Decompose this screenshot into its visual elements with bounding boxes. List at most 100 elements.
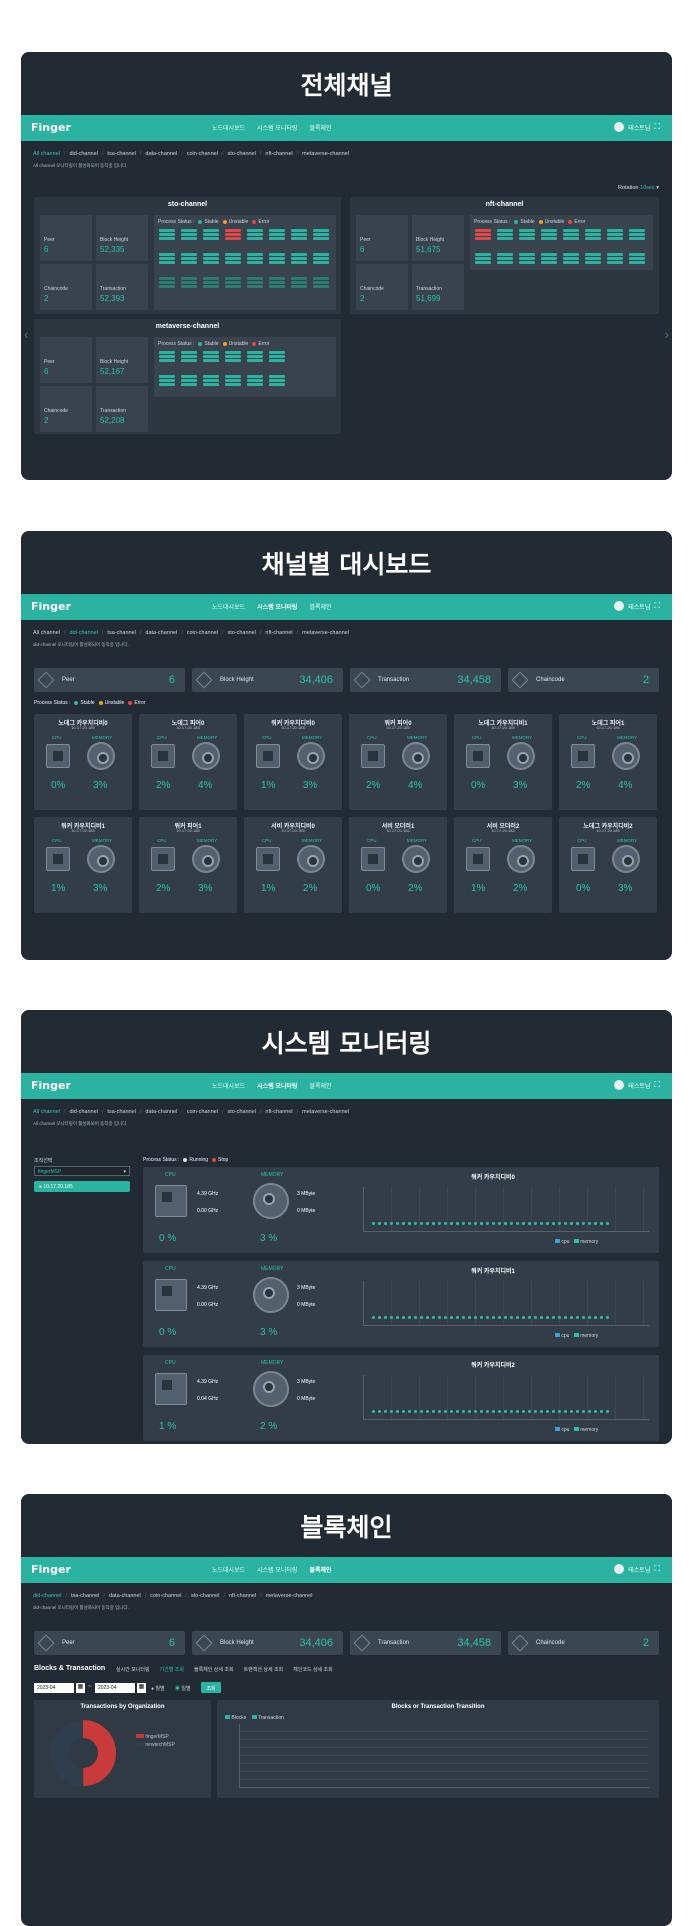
- tab-all-channel[interactable]: All channel: [33, 630, 60, 636]
- node-card[interactable]: 워커 피어0 10.17.20.185 CPU MEMORY 2% 4%: [349, 714, 447, 810]
- fullscreen-icon[interactable]: ⛶: [654, 1564, 660, 1574]
- nav-system-monitoring[interactable]: 시스템 모니터링: [256, 602, 298, 611]
- node-card[interactable]: 서비 오더러1 10.17.20.185 CPU MEMORY 0% 2%: [349, 817, 447, 913]
- avatar: [614, 601, 625, 611]
- tab-data[interactable]: data-channel: [145, 630, 177, 636]
- tab-did[interactable]: did-channel: [69, 1109, 97, 1115]
- channel-panel-metaverse[interactable]: metaverse-channel Peer 6 Block Height 52,1…: [34, 319, 341, 434]
- tab-data[interactable]: data-channel: [145, 1109, 177, 1115]
- nav-blockchain[interactable]: 블록체인: [308, 123, 332, 132]
- node-card[interactable]: 노데그 카우치디비2 10.17.20.185 CPU MEMORY 0% 3%: [559, 817, 657, 913]
- tab-nft[interactable]: nft-channel: [265, 630, 292, 636]
- user-menu[interactable]: 테스트님 ⛶: [614, 122, 660, 132]
- node-card[interactable]: 워커 피어1 10.17.20.185 CPU MEMORY 2% 3%: [139, 817, 237, 913]
- org-select[interactable]: fingerMSP ▾: [34, 1166, 130, 1176]
- subtab-chaincode-detail[interactable]: 체인코드 상세 조회: [293, 1666, 333, 1673]
- node-card[interactable]: 워커 카우치디비1 10.17.20.185 CPU MEMORY 1% 3%: [34, 817, 132, 913]
- nav-node-dashboard[interactable]: 노드대시보드: [211, 602, 246, 611]
- calendar-icon[interactable]: ▦: [76, 1683, 85, 1693]
- node-card[interactable]: 서비 오더러2 10.17.20.185 CPU MEMORY 1% 2%: [454, 817, 552, 913]
- rotation-control[interactable]: Rotation 10sec ▾: [618, 185, 659, 191]
- cpu-point: [420, 1410, 423, 1413]
- channel-panel-sto[interactable]: sto-channel Peer 6 Block Height 52,335 Cha…: [34, 197, 341, 314]
- subtab-tx-detail[interactable]: 트랜잭션 상세 조회: [244, 1666, 284, 1673]
- tab-all-channel[interactable]: All channel: [33, 1109, 60, 1115]
- fullscreen-icon[interactable]: ⛶: [654, 601, 660, 611]
- tab-tsa[interactable]: tsa-channel: [107, 630, 135, 636]
- node-card[interactable]: 서비 카우치디비0 10.17.20.185 CPU MEMORY 1% 2%: [244, 817, 342, 913]
- server-status-icon: [159, 253, 175, 264]
- tab-nft[interactable]: nft-channel: [265, 1109, 292, 1115]
- cpu-point: [534, 1316, 537, 1319]
- nav-system-monitoring[interactable]: 시스템 모니터링: [256, 1565, 298, 1574]
- nav-blockchain[interactable]: 블록체인: [308, 1565, 332, 1574]
- nav-blockchain[interactable]: 블록체인: [308, 602, 332, 611]
- cpu-point: [582, 1410, 585, 1413]
- ip-item[interactable]: ● 10.17.20.185: [34, 1181, 130, 1192]
- nav-node-dashboard[interactable]: 노드대시보드: [211, 1081, 246, 1090]
- node-card[interactable]: 노데그 카우치디비0 10.17.20.185 CPU MEMORY 0% 3%: [34, 714, 132, 810]
- tab-tsa[interactable]: tsa-channel: [107, 1109, 135, 1115]
- nav-node-dashboard[interactable]: 노드대시보드: [211, 1565, 246, 1574]
- tab-data[interactable]: data-channel: [109, 1593, 141, 1599]
- tab-all-channel[interactable]: All channel: [33, 151, 60, 157]
- tab-tsa[interactable]: tsa-channel: [71, 1593, 99, 1599]
- tab-sto[interactable]: sto-channel: [227, 630, 255, 636]
- date-to-input[interactable]: 2023-04: [95, 1683, 135, 1693]
- search-button[interactable]: 조회: [201, 1682, 221, 1693]
- subtab-realtime[interactable]: 실시간 모니터링: [116, 1666, 150, 1673]
- tab-sto[interactable]: sto-channel: [191, 1593, 219, 1599]
- app-header: Finger 노드대시보드 시스템 모니터링 블록체인 테스트님 ⛶: [21, 594, 672, 620]
- date-from-input[interactable]: 2023-04: [34, 1683, 74, 1693]
- nav-blockchain[interactable]: 블록체인: [308, 1081, 332, 1090]
- calendar-icon[interactable]: ▦: [137, 1683, 146, 1693]
- next-arrow-icon[interactable]: ›: [664, 326, 669, 342]
- user-menu[interactable]: 테스트님 ⛶: [614, 601, 660, 611]
- channel-panel-nft[interactable]: nft-channel Peer 6 Block Height 51,675 Cha…: [350, 197, 659, 314]
- tab-coin[interactable]: coin-channel: [187, 630, 218, 636]
- tab-metaverse[interactable]: metaverse-channel: [302, 151, 349, 157]
- block-height-box: Block Height 52,167: [96, 337, 148, 383]
- fullscreen-icon[interactable]: ⛶: [654, 1080, 660, 1090]
- subtab-block-detail[interactable]: 블록체인 상세 조회: [194, 1666, 234, 1673]
- tab-metaverse[interactable]: metaverse-channel: [302, 630, 349, 636]
- radio-month[interactable]: ● 월별: [151, 1685, 165, 1692]
- tab-did[interactable]: did-channel: [69, 630, 97, 636]
- cpu-point: [414, 1316, 417, 1319]
- cpu-point: [498, 1410, 501, 1413]
- fullscreen-icon[interactable]: ⛶: [654, 122, 660, 132]
- tab-metaverse[interactable]: metaverse-channel: [302, 1109, 349, 1115]
- node-card[interactable]: 노데그 카우치디비1 10.17.20.185 CPU MEMORY 0% 3%: [454, 714, 552, 810]
- cpu-percent: 2%: [576, 780, 591, 791]
- cpu-point: [498, 1222, 501, 1225]
- node-card[interactable]: 노데그 피어0 10.17.20.185 CPU MEMORY 2% 4%: [139, 714, 237, 810]
- tab-nft[interactable]: nft-channel: [265, 151, 292, 157]
- node-card[interactable]: 워커 카우치디비0 10.17.20.185 CPU MEMORY 1% 3%: [244, 714, 342, 810]
- app-header: Finger 노드대시보드 시스템 모니터링 블록체인 테스트님 ⛶: [21, 115, 672, 141]
- tab-did[interactable]: did-channel: [33, 1593, 61, 1599]
- tab-coin[interactable]: coin-channel: [187, 1109, 218, 1115]
- tab-sto[interactable]: sto-channel: [227, 151, 255, 157]
- tab-data[interactable]: data-channel: [145, 151, 177, 157]
- tab-coin[interactable]: coin-channel: [150, 1593, 181, 1599]
- nav-system-monitoring[interactable]: 시스템 모니터링: [256, 1081, 298, 1090]
- cpu-ghz-used: 0.00 GHz: [197, 1208, 219, 1214]
- user-menu[interactable]: 테스트님 ⛶: [614, 1564, 660, 1574]
- prev-arrow-icon[interactable]: ‹: [24, 326, 29, 342]
- cpu-chip-icon: [256, 744, 280, 768]
- nav-node-dashboard[interactable]: 노드대시보드: [211, 123, 246, 132]
- mem-total: 3 MByte: [297, 1191, 316, 1197]
- user-menu[interactable]: 테스트님 ⛶: [614, 1080, 660, 1090]
- tab-coin[interactable]: coin-channel: [187, 151, 218, 157]
- server-status-icon: [269, 277, 285, 288]
- node-card[interactable]: 노데그 피어1 10.17.20.185 CPU MEMORY 2% 4%: [559, 714, 657, 810]
- tab-metaverse[interactable]: metaverse-channel: [266, 1593, 313, 1599]
- subtab-period[interactable]: 기간별 조회: [160, 1666, 184, 1673]
- tab-tsa[interactable]: tsa-channel: [107, 151, 135, 157]
- radio-day[interactable]: ◉ 일별: [175, 1685, 191, 1692]
- tab-sto[interactable]: sto-channel: [227, 1109, 255, 1115]
- cpu-label: CPU: [165, 1360, 176, 1366]
- tab-did[interactable]: did-channel: [69, 151, 97, 157]
- nav-system-monitoring[interactable]: 시스템 모니터링: [256, 123, 298, 132]
- tab-nft[interactable]: nft-channel: [229, 1593, 256, 1599]
